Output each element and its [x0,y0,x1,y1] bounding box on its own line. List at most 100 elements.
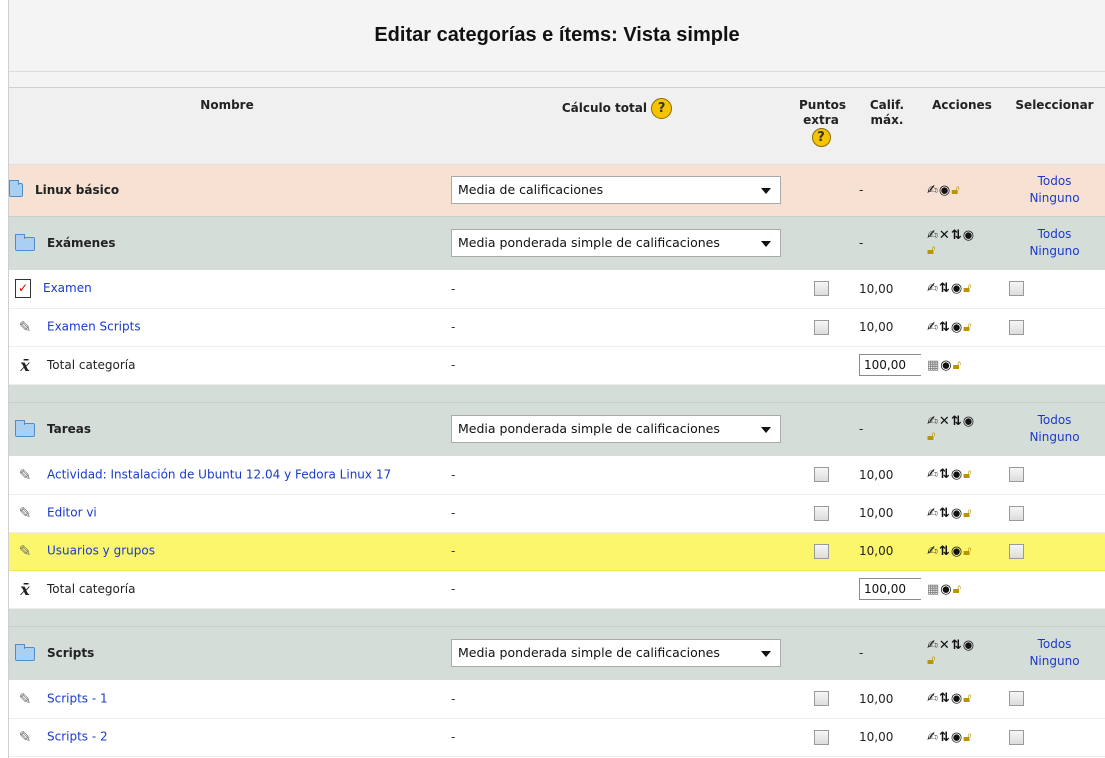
move-icon[interactable]: ⇅ [951,414,963,429]
move-icon[interactable]: ⇅ [939,320,951,335]
extra-cell [789,494,853,533]
extra-cell [789,532,853,571]
grade-item-link[interactable]: Scripts - 1 [47,691,108,705]
calculator-icon[interactable]: ▦ [927,358,940,373]
select-item-checkbox[interactable] [1009,691,1024,707]
extra-credit-checkbox[interactable] [813,467,829,483]
calc-value: - [445,570,789,609]
help-icon[interactable]: ? [811,128,831,147]
help-icon[interactable]: ? [651,98,673,119]
move-icon[interactable]: ⇅ [939,691,951,706]
edit-icon[interactable]: ✍ [927,544,939,559]
eye-icon[interactable]: ◉ [940,358,952,373]
lock-icon[interactable]: 🔓︎ [953,582,962,597]
calculator-icon[interactable]: ▦ [927,582,940,597]
eye-icon[interactable]: ◉ [951,544,963,559]
actions-cell: ▦◉🔓︎ [921,570,1003,609]
aggregation-value: Media de calificaciones [458,182,604,197]
edit-icon[interactable]: ✍ [927,320,939,335]
select-item-checkbox[interactable] [1009,319,1024,335]
delete-icon[interactable]: ✕ [939,414,951,429]
actions-cell: ✍⇅◉🔓︎ [921,456,1003,495]
lock-icon[interactable]: 🔓︎ [963,506,972,521]
extra-credit-checkbox[interactable] [813,691,829,707]
edit-icon[interactable]: ✍ [927,638,939,653]
lock-icon[interactable]: 🔓︎ [953,358,962,373]
move-icon[interactable]: ⇅ [939,467,951,482]
move-icon[interactable]: ⇅ [939,730,951,745]
lock-icon[interactable]: 🔓︎ [963,281,972,296]
aggregation-select[interactable]: Media ponderada simple de calificaciones [451,229,781,258]
eye-icon[interactable]: ◉ [940,582,952,597]
lock-icon[interactable]: 🔓︎ [963,467,972,482]
grade-item-link[interactable]: Examen Scripts [47,320,141,334]
eye-icon[interactable]: ◉ [939,183,951,198]
aggregation-select[interactable]: Media ponderada simple de calificaciones [451,639,781,668]
lock-icon[interactable]: 🔓︎ [927,653,936,668]
extra-credit-checkbox[interactable] [813,505,829,521]
max-grade-input[interactable]: 100,00 [859,578,921,600]
select-all-link[interactable]: Todos [1038,227,1072,241]
grade-item-link[interactable]: Examen [43,281,92,295]
select-none-link[interactable]: Ninguno [1029,191,1079,205]
lock-icon[interactable]: 🔓︎ [963,544,972,559]
edit-icon[interactable]: ✍ [927,281,939,296]
eye-icon[interactable]: ◉ [951,691,963,706]
grade-item-link[interactable]: Editor vi [47,506,97,520]
extra-cell [789,456,853,495]
eye-icon[interactable]: ◉ [963,638,975,653]
move-icon[interactable]: ⇅ [939,506,951,521]
extra-credit-checkbox[interactable] [813,281,829,297]
delete-icon[interactable]: ✕ [939,228,951,243]
max-grade-input[interactable]: 100,00 [859,354,921,376]
eye-icon[interactable]: ◉ [951,281,963,296]
lock-icon[interactable]: 🔓︎ [951,183,960,198]
extra-cell [789,346,853,385]
edit-icon[interactable]: ✍ [927,730,939,745]
select-all-link[interactable]: Todos [1038,174,1072,188]
aggregation-select[interactable]: Media ponderada simple de calificaciones [451,415,781,444]
delete-icon[interactable]: ✕ [939,638,951,653]
move-icon[interactable]: ⇅ [939,544,951,559]
eye-icon[interactable]: ◉ [963,414,975,429]
edit-icon[interactable]: ✍ [927,467,939,482]
select-item-checkbox[interactable] [1009,505,1024,521]
select-item-checkbox[interactable] [1009,281,1024,297]
extra-credit-checkbox[interactable] [813,543,829,559]
move-icon[interactable]: ⇅ [939,281,951,296]
aggregation-select[interactable]: Media de calificaciones [451,176,781,204]
grade-item-link[interactable]: Scripts - 2 [47,730,108,744]
move-icon[interactable]: ⇅ [951,638,963,653]
select-item-checkbox[interactable] [1009,467,1024,483]
select-all-link[interactable]: Todos [1038,637,1072,651]
edit-icon[interactable]: ✍ [927,506,939,521]
edit-icon[interactable]: ✍ [927,691,939,706]
select-none-link[interactable]: Ninguno [1029,244,1079,258]
eye-icon[interactable]: ◉ [951,320,963,335]
extra-credit-checkbox[interactable] [813,729,829,745]
grade-item-link[interactable]: Actividad: Instalación de Ubuntu 12.04 y… [47,467,391,481]
edit-icon[interactable]: ✍ [927,414,939,429]
category-total-row: x̄ Total categoría - 100,00 ▦◉🔓︎ [9,346,1105,385]
select-item-checkbox[interactable] [1009,729,1024,745]
select-none-link[interactable]: Ninguno [1029,430,1079,444]
edit-icon[interactable]: ✍ [927,228,939,243]
lock-icon[interactable]: 🔓︎ [927,429,936,444]
eye-icon[interactable]: ◉ [951,467,963,482]
eye-icon[interactable]: ◉ [951,506,963,521]
lock-icon[interactable]: 🔓︎ [927,243,936,258]
lock-icon[interactable]: 🔓︎ [963,691,972,706]
lock-icon[interactable]: 🔓︎ [963,320,972,335]
select-none-link[interactable]: Ninguno [1029,654,1079,668]
actions-cell: ✍◉🔓︎ [921,163,1003,216]
grade-item-link[interactable]: Usuarios y grupos [47,544,155,558]
extra-credit-checkbox[interactable] [813,319,829,335]
eye-icon[interactable]: ◉ [963,228,975,243]
lock-icon[interactable]: 🔓︎ [963,730,972,745]
edit-icon[interactable]: ✍ [927,183,939,198]
move-icon[interactable]: ⇅ [951,228,963,243]
select-item-checkbox[interactable] [1009,543,1024,559]
calc-value: - [445,494,789,533]
eye-icon[interactable]: ◉ [951,730,963,745]
select-all-link[interactable]: Todos [1038,413,1072,427]
